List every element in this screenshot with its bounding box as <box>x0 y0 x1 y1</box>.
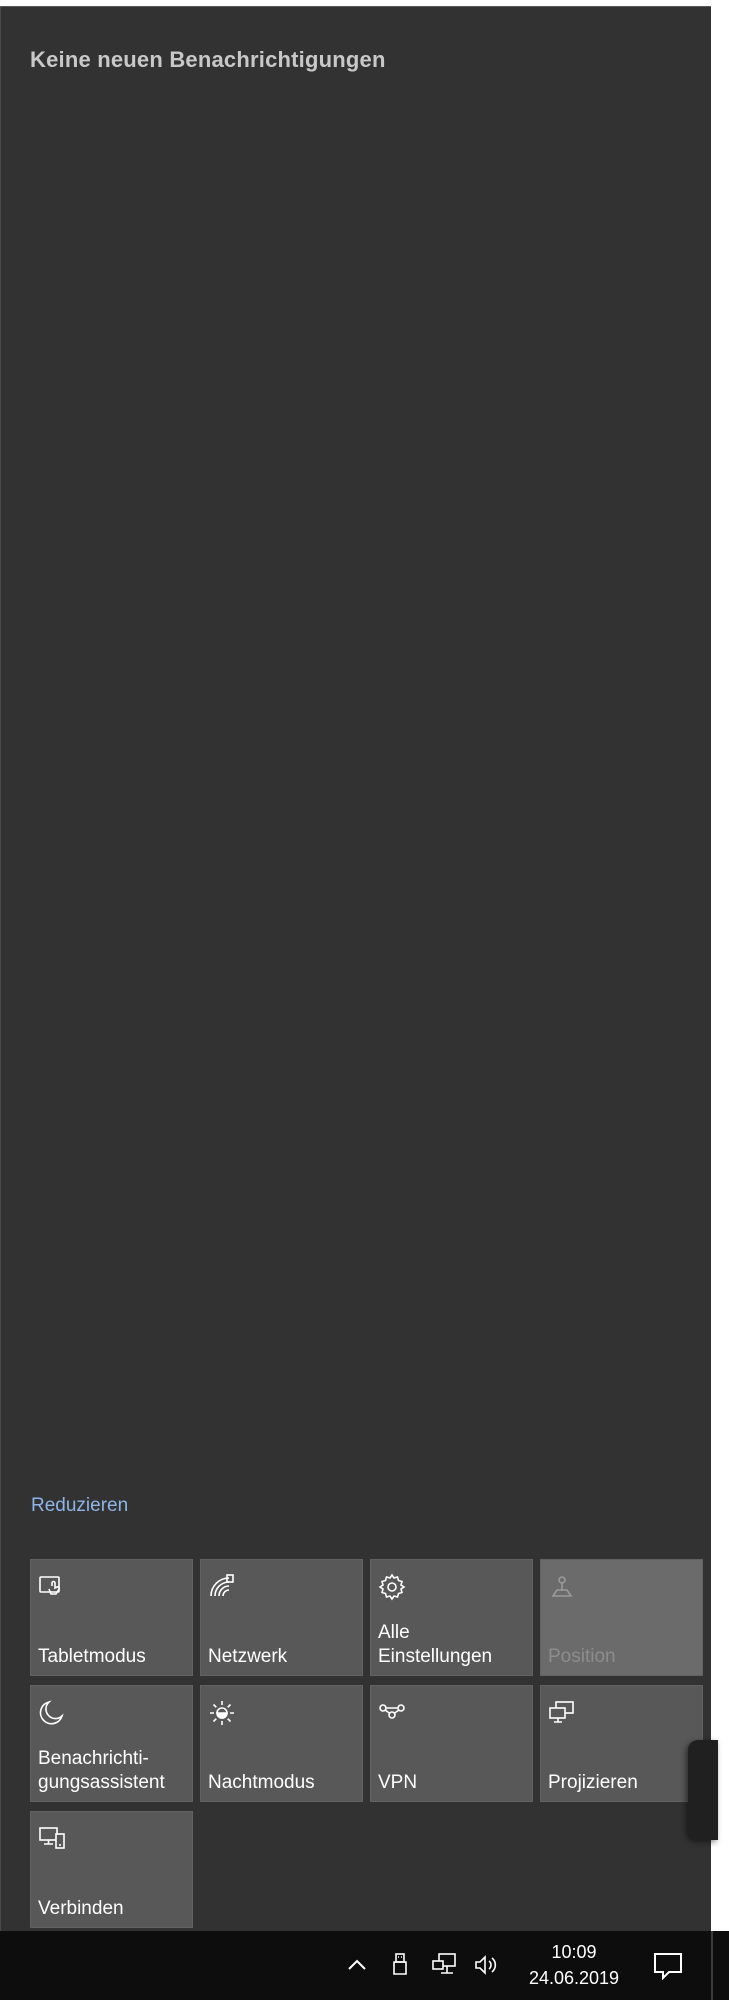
gear-icon <box>377 1572 407 1602</box>
tile-label: VPN <box>378 1772 418 1793</box>
tile-label: Benachrichti- gungsassistent <box>38 1748 165 1793</box>
tile-label: Alle Einstellungen <box>378 1622 493 1667</box>
tile-label: Verbinden <box>38 1898 124 1919</box>
tile-focus-assist[interactable]: Benachrichti- gungsassistent <box>30 1685 193 1802</box>
notifications-header: Keine neuen Benachrichtigungen <box>30 47 386 72</box>
tile-label: Projizieren <box>548 1772 638 1793</box>
collapse-link[interactable]: Reduzieren <box>31 1495 128 1517</box>
tablet-mode-icon <box>37 1572 67 1602</box>
tile-network[interactable]: Netzwerk <box>200 1559 363 1676</box>
tile-project[interactable]: Projizieren <box>540 1685 703 1802</box>
connect-icon <box>37 1824 67 1854</box>
clock-date: 24.06.2019 <box>528 1968 620 1988</box>
show-desktop-edge[interactable] <box>711 1931 719 2000</box>
tile-label: Nachtmodus <box>208 1772 315 1793</box>
action-center-button[interactable] <box>645 1944 691 1988</box>
action-center-panel: Keine neuen Benachrichtigungen Reduziere… <box>0 6 711 1931</box>
brightness-icon <box>207 1698 237 1728</box>
network-icon <box>207 1572 237 1602</box>
usb-icon[interactable] <box>386 1951 414 1979</box>
clock-time: 10:09 <box>551 1942 597 1962</box>
tile-all-settings[interactable]: Alle Einstellungen <box>370 1559 533 1676</box>
moon-icon <box>37 1698 67 1728</box>
tile-location[interactable]: Position <box>540 1559 703 1676</box>
taskbar-clock[interactable]: 10:09 24.06.2019 <box>518 1939 630 1991</box>
network-wired-icon[interactable] <box>430 1951 458 1979</box>
vpn-icon <box>377 1698 407 1728</box>
tile-label: Netzwerk <box>208 1646 288 1667</box>
project-icon <box>547 1698 577 1728</box>
volume-icon[interactable] <box>472 1951 500 1979</box>
resize-handle <box>688 1740 718 1840</box>
notification-icon <box>654 1953 682 1981</box>
chevron-up-icon[interactable] <box>343 1951 371 1979</box>
tile-vpn[interactable]: VPN <box>370 1685 533 1802</box>
tile-night-mode[interactable]: Nachtmodus <box>200 1685 363 1802</box>
tile-label: Tabletmodus <box>38 1646 146 1667</box>
tile-connect[interactable]: Verbinden <box>30 1811 193 1928</box>
tile-label: Position <box>548 1646 616 1667</box>
location-icon <box>547 1572 577 1602</box>
tile-tablet-mode[interactable]: Tabletmodus <box>30 1559 193 1676</box>
taskbar: 10:09 24.06.2019 <box>0 1931 729 2000</box>
